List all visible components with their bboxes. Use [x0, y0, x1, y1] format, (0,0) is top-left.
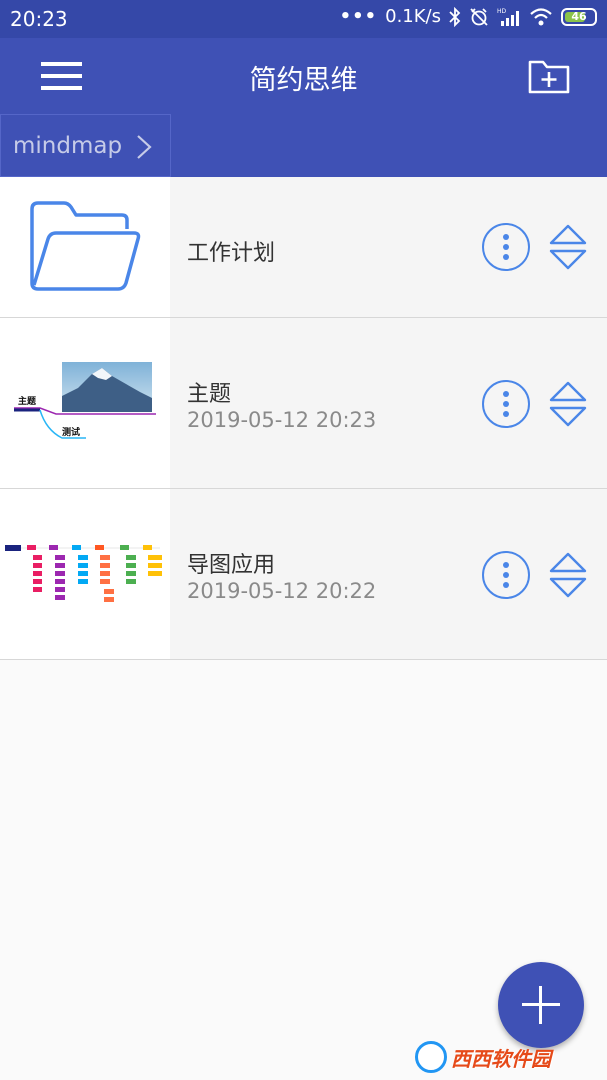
wifi-icon — [530, 7, 552, 25]
item-name: 导图应用 — [187, 553, 276, 578]
item-date: 2019-05-12 20:22 — [187, 579, 377, 603]
alarm-off-icon — [470, 7, 488, 26]
mindmap-preview — [5, 545, 162, 602]
list-item[interactable]: 工作计划 — [0, 177, 607, 318]
new-folder-icon[interactable] — [527, 56, 571, 96]
watermark-text: 西西软件园 — [451, 1046, 551, 1071]
status-icons: ••• 0.1K/s HD 46 — [340, 6, 597, 27]
breadcrumb: mindmap — [0, 114, 607, 177]
more-notifications-icon: ••• — [339, 6, 378, 27]
battery-level: 46 — [571, 10, 587, 23]
mindmap-preview: 主题 测试 — [14, 362, 156, 439]
app-bar: 简约思维 — [0, 38, 607, 114]
mindmap-thumbnail — [0, 489, 170, 659]
breadcrumb-item-mindmap[interactable]: mindmap — [0, 114, 171, 177]
item-name: 工作计划 — [187, 241, 276, 266]
more-options-icon[interactable] — [482, 223, 530, 271]
item-name: 主题 — [187, 382, 232, 407]
sort-updown-icon[interactable] — [548, 379, 588, 429]
status-bar: 20:23 ••• 0.1K/s HD 46 — [0, 0, 607, 38]
sort-updown-icon[interactable] — [548, 550, 588, 600]
list-item[interactable]: 导图应用 2019-05-12 20:22 — [0, 489, 607, 660]
network-speed: 0.1K/s — [385, 6, 441, 27]
status-time: 20:23 — [10, 7, 68, 31]
thumb-label-test: 测试 — [62, 426, 80, 438]
list-item[interactable]: 主题 测试 主题 2019-05-12 20:23 — [0, 318, 607, 489]
add-button[interactable] — [498, 962, 584, 1048]
battery-icon: 46 — [561, 7, 597, 26]
page-title: 简约思维 — [249, 65, 358, 96]
chevron-right-icon — [137, 135, 152, 159]
folder-thumbnail — [0, 177, 170, 317]
item-date: 2019-05-12 20:23 — [187, 408, 377, 432]
hd-signal-icon: HD — [497, 8, 519, 26]
breadcrumb-label: mindmap — [13, 132, 123, 159]
more-options-icon[interactable] — [482, 380, 530, 428]
more-options-icon[interactable] — [482, 551, 530, 599]
watermark-logo-icon — [415, 1041, 447, 1073]
folder-icon — [30, 201, 141, 291]
sort-updown-icon[interactable] — [548, 222, 588, 272]
thumb-label-topic: 主题 — [18, 395, 37, 407]
bluetooth-icon — [449, 6, 461, 27]
file-list: 工作计划 主题 测试 主题 2019-05-12 20:23 导图应用 2019… — [0, 177, 607, 660]
svg-text:HD: HD — [497, 8, 507, 15]
mindmap-thumbnail: 主题 测试 — [0, 318, 170, 488]
watermark: 西西软件园 — [415, 1040, 595, 1074]
